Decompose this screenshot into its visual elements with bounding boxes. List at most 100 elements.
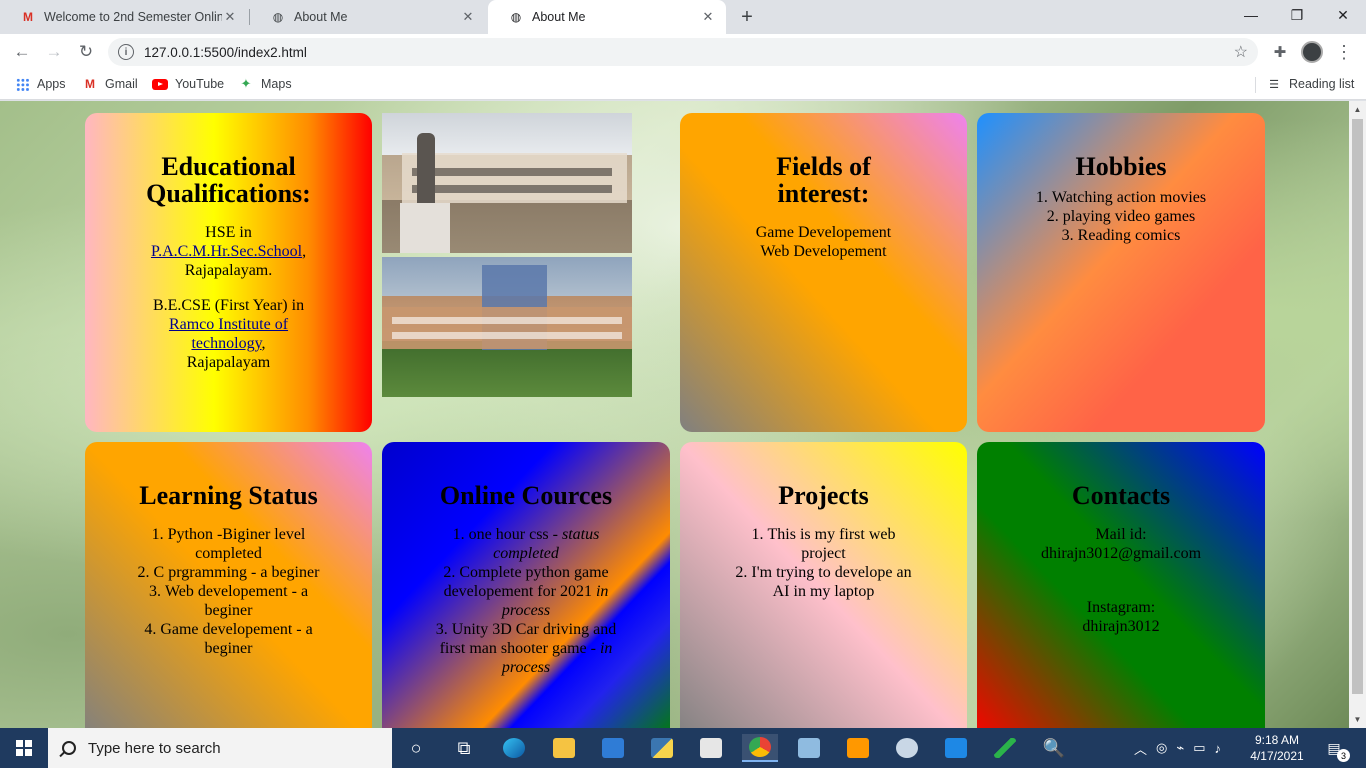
punctuation: , xyxy=(302,243,307,260)
profile-avatar[interactable] xyxy=(1300,40,1324,64)
apps-grid-icon xyxy=(14,76,30,92)
mail-label: Mail id: xyxy=(1095,526,1147,543)
gmail-icon: M xyxy=(85,77,95,91)
reload-button[interactable]: ↻ xyxy=(74,40,98,64)
bookmark-maps[interactable]: ✦ Maps xyxy=(238,76,292,92)
minimize-button[interactable]: — xyxy=(1228,0,1274,30)
course-text: Unity 3D Car driving and first man shoot… xyxy=(439,621,617,657)
fields-list: Game Developement Web Developement xyxy=(680,223,967,261)
list-item: Web developement - a beginer xyxy=(129,582,329,620)
mail-icon[interactable] xyxy=(595,734,631,762)
list-item: playing video games xyxy=(1031,207,1211,226)
scroll-down-icon[interactable]: ▼ xyxy=(1349,711,1366,728)
store-icon[interactable] xyxy=(693,734,729,762)
course-text: Complete python game developement for 20… xyxy=(443,564,609,600)
menu-kebab-icon[interactable]: ⋮ xyxy=(1332,40,1356,64)
bookmarks-bar: Apps M Gmail YouTube ✦ Maps ☰ Reading li… xyxy=(0,70,1366,100)
contacts-heading: Contacts xyxy=(1071,481,1171,510)
learning-list: Python -Biginer level completed C prgram… xyxy=(129,525,329,658)
vscode-icon[interactable] xyxy=(938,734,974,762)
forward-button[interactable]: → xyxy=(42,40,66,64)
reading-list-button[interactable]: ☰ Reading list xyxy=(1266,76,1354,92)
projects-heading: Projects xyxy=(778,481,869,510)
bookmark-star-icon[interactable]: ☆ xyxy=(1234,42,1248,62)
notification-count: 3 xyxy=(1337,749,1350,762)
bookmark-label: YouTube xyxy=(175,77,225,91)
system-tray: ︿ ◎ ⌁ ▭ ♪ xyxy=(1134,728,1221,768)
online-courses-card: Online Cources one hour css - status com… xyxy=(382,442,670,728)
start-button[interactable] xyxy=(0,728,48,768)
school-link[interactable]: P.A.C.M.Hr.Sec.School xyxy=(151,243,302,260)
tab-title: About Me xyxy=(294,10,348,24)
fields-heading: Fields of interest: xyxy=(776,152,871,208)
college-link[interactable]: Ramco Institute of technology xyxy=(169,316,288,352)
notepad-icon[interactable] xyxy=(791,734,827,762)
close-tab-icon[interactable]: ✕ xyxy=(222,9,238,25)
bookmark-apps[interactable]: Apps xyxy=(14,76,66,92)
windows-logo-icon xyxy=(16,740,32,756)
scrollbar-thumb[interactable] xyxy=(1352,119,1363,694)
list-item: C prgramming - a beginer xyxy=(129,563,329,582)
system-clock[interactable]: 9:18 AM 4/17/2021 xyxy=(1248,732,1306,764)
bookmark-youtube[interactable]: YouTube xyxy=(152,76,224,92)
learning-heading: Learning Status xyxy=(139,481,318,510)
new-tab-button[interactable]: + xyxy=(735,5,759,29)
projects-list: This is my first web project I'm trying … xyxy=(731,525,916,601)
close-tab-icon[interactable]: ✕ xyxy=(700,9,716,25)
hobbies-card: Hobbies Watching action movies playing v… xyxy=(977,113,1265,432)
tab-title: About Me xyxy=(532,10,586,24)
hobbies-heading: Hobbies xyxy=(1075,152,1167,181)
network-globe-icon[interactable]: ◎ xyxy=(1156,740,1167,756)
course-text: one hour css - xyxy=(468,526,562,543)
close-window-button[interactable]: ✕ xyxy=(1320,0,1366,30)
scroll-up-icon[interactable]: ▲ xyxy=(1349,101,1366,118)
maps-icon: ✦ xyxy=(240,76,252,91)
notification-center-icon[interactable]: ▤ 3 xyxy=(1322,736,1350,762)
mail-value: dhirajn3012@gmail.com xyxy=(1040,545,1202,562)
usb-icon[interactable]: ⌁ xyxy=(1176,740,1184,756)
search-placeholder: Type here to search xyxy=(88,739,221,757)
file-explorer-icon[interactable] xyxy=(546,734,582,762)
clock-time: 9:18 AM xyxy=(1254,733,1300,747)
task-view-icon[interactable]: ⧉ xyxy=(446,734,482,762)
tab-gmail[interactable]: M Welcome to 2nd Semester Online ✕ xyxy=(0,0,248,34)
extensions-icon[interactable]: ✚ xyxy=(1268,40,1292,64)
online-heading: Online Cources xyxy=(439,481,613,510)
magnifier-icon[interactable]: 🔍 xyxy=(1036,734,1072,762)
battery-icon[interactable]: ▭ xyxy=(1193,740,1205,756)
list-item: Python -Biginer level completed xyxy=(129,525,329,563)
gmail-icon: M xyxy=(23,10,33,24)
globe-icon: ◍ xyxy=(272,10,284,24)
instagram-label: Instagram: xyxy=(1086,599,1156,616)
url-text: 127.0.0.1:5500/index2.html xyxy=(144,44,307,60)
search-icon xyxy=(62,741,76,755)
back-button[interactable]: ← xyxy=(10,40,34,64)
college-place: Rajapalayam xyxy=(186,354,271,371)
taskbar-search[interactable]: Type here to search xyxy=(48,728,392,768)
bookmark-label: Maps xyxy=(261,77,292,91)
address-bar[interactable]: i 127.0.0.1:5500/index2.html ☆ xyxy=(108,38,1258,66)
clock-date: 4/17/2021 xyxy=(1250,749,1304,763)
close-tab-icon[interactable]: ✕ xyxy=(460,9,476,25)
list-item: Game Developement xyxy=(680,223,967,242)
marker-icon[interactable] xyxy=(987,734,1023,762)
paint-icon[interactable] xyxy=(889,734,925,762)
site-info-icon[interactable]: i xyxy=(118,44,134,60)
tab-about-me-1[interactable]: ◍ About Me ✕ xyxy=(250,0,486,34)
restore-button[interactable]: ❐ xyxy=(1274,0,1320,30)
volume-icon[interactable]: ♪ xyxy=(1214,741,1221,756)
sublime-icon[interactable] xyxy=(840,734,876,762)
chevron-up-icon[interactable]: ︿ xyxy=(1134,739,1147,758)
reading-list-icon: ☰ xyxy=(1269,78,1279,91)
tab-about-me-active[interactable]: ◍ About Me ✕ xyxy=(488,0,726,34)
page-scrollbar[interactable]: ▲ ▼ xyxy=(1349,101,1366,728)
chrome-icon[interactable] xyxy=(742,734,778,762)
edge-icon[interactable] xyxy=(496,734,532,762)
instagram-value: dhirajn3012 xyxy=(1082,618,1160,635)
tab-strip: M Welcome to 2nd Semester Online ✕ ◍ Abo… xyxy=(0,0,1366,34)
cortana-icon[interactable]: ○ xyxy=(398,734,434,762)
windows-taskbar: Type here to search ○ ⧉ 🔍 ︿ ◎ ⌁ ▭ ♪ 9:18… xyxy=(0,728,1366,768)
bookmark-gmail[interactable]: M Gmail xyxy=(82,76,138,92)
bookmark-label: Apps xyxy=(37,77,66,91)
python-icon[interactable] xyxy=(644,734,680,762)
